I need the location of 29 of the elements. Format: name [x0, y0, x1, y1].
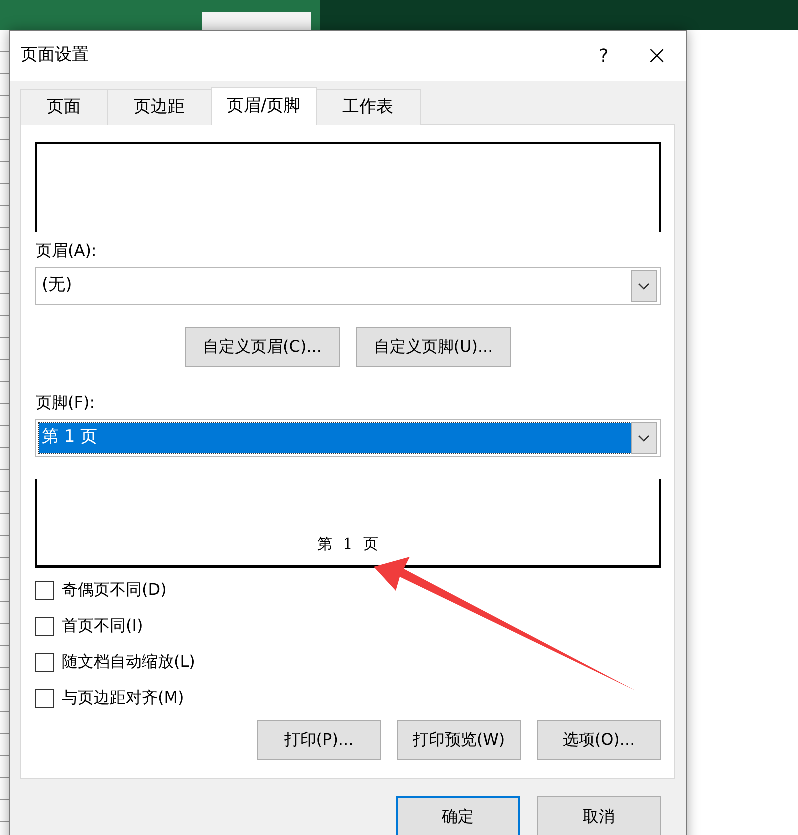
header-label: 页眉(A): — [36, 240, 98, 262]
close-button[interactable]: × — [628, 36, 686, 76]
footer-label: 页脚(F): — [36, 392, 96, 414]
checkbox[interactable] — [35, 616, 54, 636]
tab[interactable]: 页面 — [20, 89, 108, 125]
checkbox-label: 首页不同(I) — [62, 615, 144, 637]
checkbox[interactable] — [35, 688, 54, 708]
dialog-button[interactable]: 自定义页眉(C)... — [185, 327, 340, 367]
tab[interactable]: 页眉/页脚 — [211, 87, 317, 125]
dialog-title: 页面设置 — [21, 44, 90, 68]
tab[interactable]: 页边距 — [107, 89, 212, 125]
footer-preview-text: 第 1 页 — [317, 534, 379, 554]
dialog-button[interactable]: 打印预览(W) — [397, 720, 521, 760]
dialog-button[interactable]: 确定 — [396, 796, 520, 835]
dialog-button[interactable]: 取消 — [537, 796, 661, 835]
dropdown-value: 第 1 页 — [39, 423, 631, 453]
help-button[interactable]: ? — [580, 42, 628, 70]
checkbox-label: 与页边距对齐(M) — [62, 687, 184, 709]
dropdown-value: (无) — [41, 274, 74, 298]
checkbox-label: 奇偶页不同(D) — [62, 579, 167, 601]
checkbox[interactable] — [35, 580, 54, 600]
dialog-button[interactable]: 选项(O)... — [537, 720, 661, 760]
dialog-button[interactable]: 自定义页脚(U)... — [356, 327, 511, 367]
checkbox-label: 随文档自动缩放(L) — [62, 651, 196, 673]
dialog-button[interactable]: 打印(P)... — [257, 720, 381, 760]
footer-dropdown[interactable]: 第 1 页 — [35, 419, 661, 457]
header-dropdown[interactable]: (无) — [35, 267, 661, 305]
checkbox[interactable] — [35, 652, 54, 672]
tab[interactable]: 工作表 — [316, 89, 421, 125]
